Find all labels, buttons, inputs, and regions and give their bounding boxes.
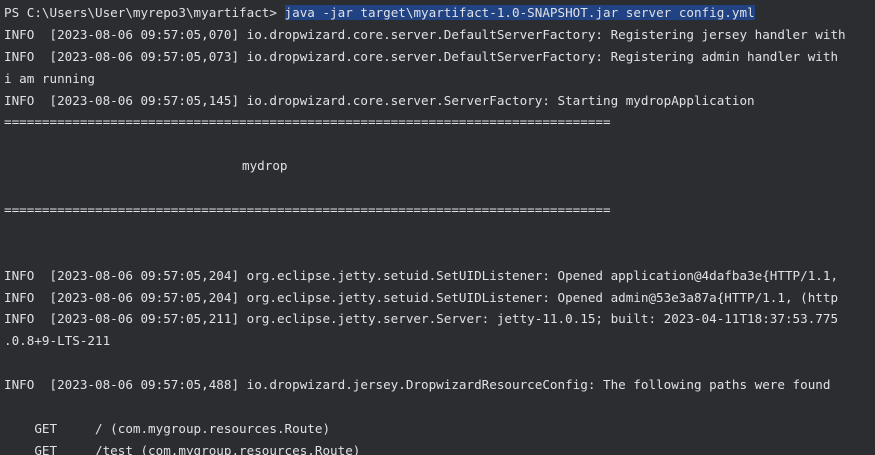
log-line: INFO [2023-08-06 09:57:05,204] org.eclip… bbox=[4, 267, 839, 283]
log-line: INFO [2023-08-06 09:57:05,204] org.eclip… bbox=[4, 289, 839, 305]
route-line: GET /test (com.mygroup.resources.Route) bbox=[4, 442, 361, 455]
log-line: INFO [2023-08-06 09:57:05,073] io.dropwi… bbox=[4, 48, 839, 64]
banner-separator: ========================================… bbox=[4, 114, 611, 130]
route-line: GET / (com.mygroup.resources.Route) bbox=[4, 420, 331, 436]
banner-title: mydrop bbox=[242, 158, 288, 174]
prompt-line: PS C:\Users\User\myrepo3\myartifact> jav… bbox=[0, 2, 875, 24]
log-line: INFO [2023-08-06 09:57:05,488] io.dropwi… bbox=[4, 377, 831, 393]
log-line: INFO [2023-08-06 09:57:05,211] org.eclip… bbox=[4, 311, 839, 327]
log-line-wrap: .0.8+9-LTS-211 bbox=[4, 333, 111, 349]
stdout-line: i am running bbox=[4, 70, 95, 86]
log-line: INFO [2023-08-06 09:57:05,145] io.dropwi… bbox=[4, 92, 755, 108]
log-line: INFO [2023-08-06 09:57:05,070] io.dropwi… bbox=[4, 26, 846, 42]
shell-prompt: PS C:\Users\User\myrepo3\myartifact> bbox=[4, 5, 285, 20]
banner-separator: ========================================… bbox=[4, 202, 611, 218]
selected-command[interactable]: java -jar target\myartifact-1.0-SNAPSHOT… bbox=[284, 5, 755, 20]
terminal-output[interactable]: PS C:\Users\User\myrepo3\myartifact> jav… bbox=[0, 0, 875, 455]
